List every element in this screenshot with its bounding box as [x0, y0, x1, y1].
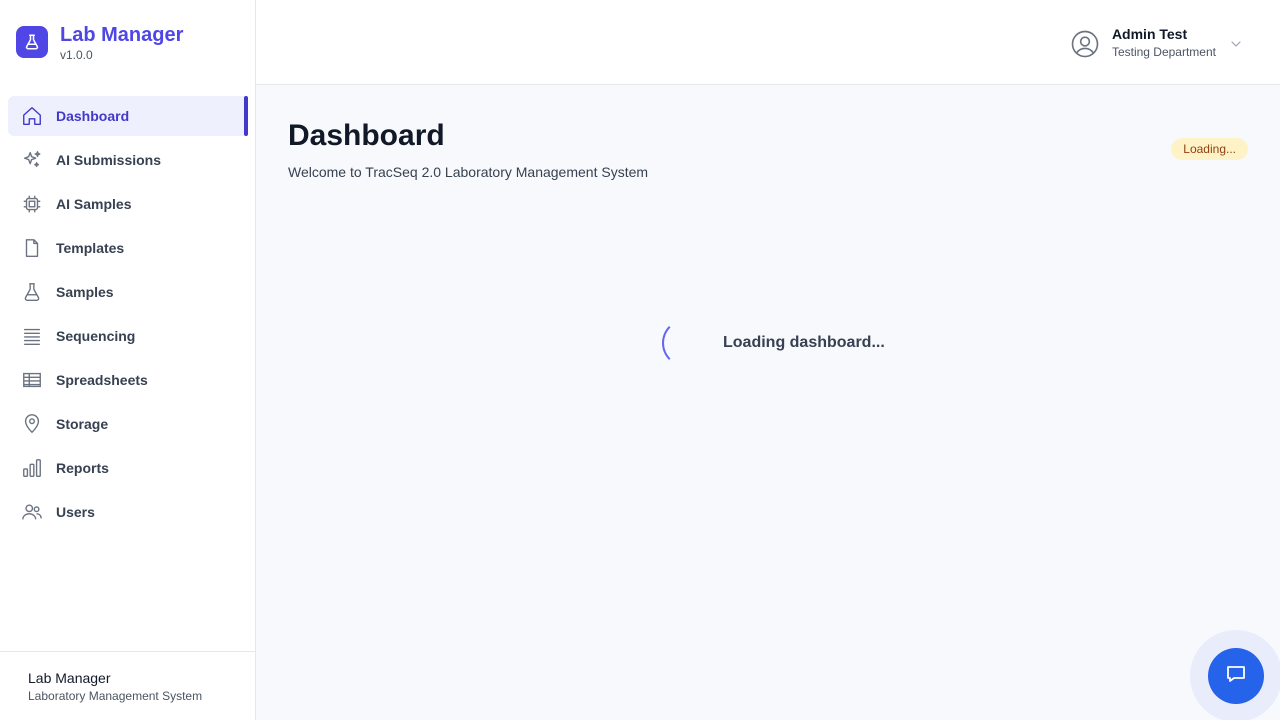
- sidebar-item-label: Sequencing: [56, 328, 136, 344]
- main-content: Dashboard Welcome to TracSeq 2.0 Laborat…: [288, 118, 1248, 180]
- loading-indicator: Loading dashboard...: [662, 319, 885, 367]
- brand-title: Lab Manager: [60, 24, 184, 46]
- sidebar-item-templates[interactable]: Templates: [8, 228, 248, 268]
- sidebar-item-label: AI Samples: [56, 196, 132, 212]
- spinner-icon: [662, 319, 710, 367]
- footer-subtitle: Laboratory Management System: [28, 689, 203, 703]
- user-name: Admin Test: [1111, 26, 1188, 42]
- beaker-icon: [20, 280, 44, 304]
- chat-bubble-icon: [1224, 662, 1248, 691]
- chip-icon: [20, 192, 44, 216]
- chat-button[interactable]: [1208, 648, 1264, 704]
- sidebar-item-spreadsheets[interactable]: Spreadsheets: [8, 360, 248, 400]
- user-menu[interactable]: Admin Test Testing Department: [1070, 26, 1244, 61]
- document-icon: [20, 236, 44, 260]
- sidebar-footer: Lab Manager Laboratory Management System: [0, 651, 255, 720]
- sidebar: Lab Manager v1.0.0 Dashboard AI Submissi…: [0, 0, 256, 720]
- table-icon: [20, 368, 44, 392]
- chevron-down-icon: [1228, 36, 1244, 52]
- sidebar-item-ai-samples[interactable]: AI Samples: [8, 184, 248, 224]
- sidebar-item-label: Reports: [56, 460, 109, 476]
- sidebar-item-label: Storage: [56, 416, 109, 432]
- sidebar-item-samples[interactable]: Samples: [8, 272, 248, 312]
- sidebar-nav: Dashboard AI Submissions AI Samples Temp…: [8, 96, 248, 536]
- sidebar-item-dashboard[interactable]: Dashboard: [8, 96, 248, 136]
- home-icon: [20, 104, 44, 128]
- sidebar-item-storage[interactable]: Storage: [8, 404, 248, 444]
- sidebar-item-label: Dashboard: [56, 108, 130, 124]
- sidebar-item-label: Users: [56, 504, 95, 520]
- footer-title: Lab Manager: [28, 670, 111, 686]
- sidebar-item-label: Templates: [56, 240, 125, 256]
- map-pin-icon: [20, 412, 44, 436]
- sparkles-icon: [20, 148, 44, 172]
- top-bar: Admin Test Testing Department: [256, 0, 1280, 85]
- page-title: Dashboard: [288, 119, 445, 152]
- sidebar-item-label: Samples: [56, 284, 114, 300]
- user-department: Testing Department: [1111, 45, 1216, 59]
- sidebar-item-sequencing[interactable]: Sequencing: [8, 316, 248, 356]
- flask-icon: [16, 26, 48, 58]
- bar-chart-icon: [20, 456, 44, 480]
- sidebar-item-label: AI Submissions: [56, 152, 162, 168]
- brand[interactable]: Lab Manager v1.0.0: [16, 22, 183, 62]
- stack-icon: [20, 324, 44, 348]
- sidebar-item-reports[interactable]: Reports: [8, 448, 248, 488]
- sidebar-item-users[interactable]: Users: [8, 492, 248, 532]
- sidebar-item-ai-submissions[interactable]: AI Submissions: [8, 140, 248, 180]
- loading-text: Loading dashboard...: [723, 334, 885, 351]
- page-subtitle: Welcome to TracSeq 2.0 Laboratory Manage…: [288, 164, 649, 180]
- user-circle-icon: [1070, 29, 1100, 59]
- brand-version: v1.0.0: [60, 48, 93, 62]
- users-icon: [20, 500, 44, 524]
- sidebar-item-label: Spreadsheets: [56, 372, 148, 388]
- status-badge: Loading...: [1171, 138, 1248, 160]
